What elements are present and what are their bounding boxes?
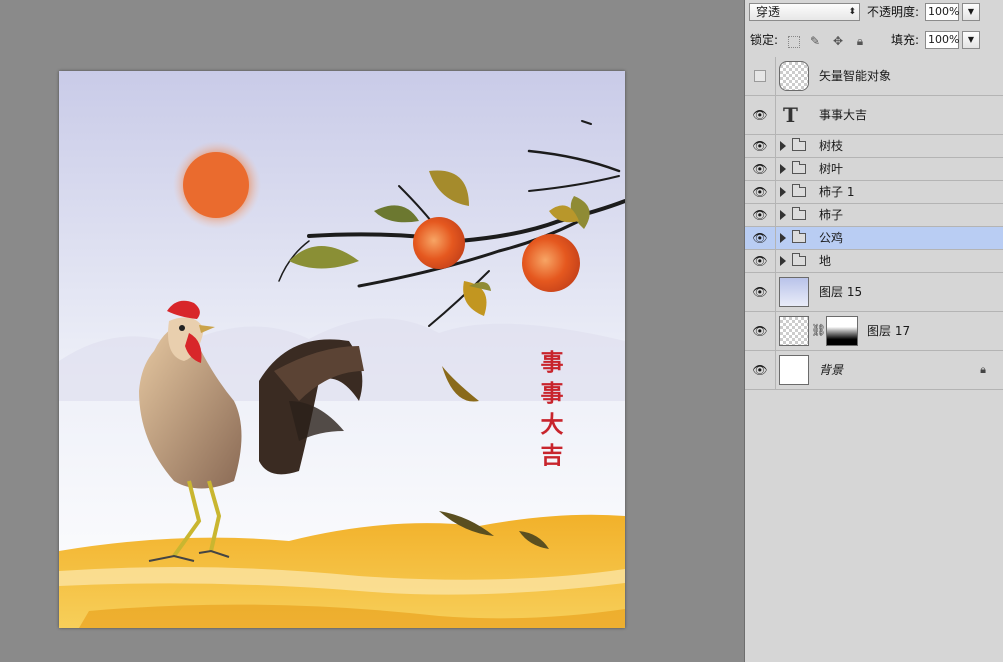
- fill-input[interactable]: 100%: [925, 31, 959, 49]
- folder-icon: [792, 253, 806, 266]
- text-layer-icon: T: [783, 103, 798, 127]
- layer-name: 树叶: [819, 162, 844, 176]
- eye-icon: 👁︎: [752, 231, 768, 245]
- visibility-toggle[interactable]: 👁︎: [745, 273, 776, 311]
- layer-mask-thumbnail[interactable]: [826, 316, 858, 346]
- opacity-label: 不透明度:: [867, 5, 920, 19]
- layer-name: 公鸡: [819, 231, 844, 245]
- art-char: 事: [540, 349, 564, 376]
- expand-triangle-icon[interactable]: [780, 164, 786, 174]
- eye-icon: 👁︎: [752, 363, 768, 377]
- layer-name: 树枝: [819, 139, 844, 153]
- layer-row-pixel-mask[interactable]: 👁︎ ⛓︎ 图层 17: [745, 312, 1003, 351]
- opacity-input[interactable]: 100%: [925, 3, 959, 21]
- opacity-dropdown-button[interactable]: ▼: [962, 3, 980, 21]
- visibility-toggle[interactable]: 👁︎: [745, 204, 776, 226]
- chevron-down-icon: ▼: [967, 7, 975, 16]
- visibility-toggle[interactable]: 👁︎: [745, 351, 776, 389]
- visibility-toggle[interactable]: 👁︎: [745, 312, 776, 350]
- layer-row-group[interactable]: 👁︎ 地: [745, 250, 1003, 273]
- folder-icon: [792, 184, 806, 197]
- layer-row-group[interactable]: 👁︎ 树枝: [745, 135, 1003, 158]
- folder-icon: [792, 230, 806, 243]
- blend-mode-select[interactable]: 穿透 ⬍: [749, 3, 860, 21]
- lock-transparency-icon[interactable]: [788, 36, 800, 48]
- folder-icon: [792, 207, 806, 220]
- eye-icon: 👁︎: [752, 108, 768, 122]
- lock-all-icon[interactable]: 🔒︎: [853, 34, 867, 48]
- eye-icon: 👁︎: [752, 162, 768, 176]
- lock-label: 锁定:: [750, 33, 779, 47]
- expand-triangle-icon[interactable]: [780, 233, 786, 243]
- layers-panel: 穿透 ⬍ 不透明度: 100% ▼ 锁定: ✎ ✥ 🔒︎ 填充: 100% ▼ …: [744, 0, 1003, 662]
- layer-name: 矢量智能对象: [819, 69, 892, 83]
- lock-icon: 🔒︎: [980, 363, 986, 376]
- art-char: 吉: [540, 442, 564, 469]
- eye-icon: 👁︎: [752, 285, 768, 299]
- layer-row-group[interactable]: 👁︎ 树叶: [745, 158, 1003, 181]
- hidden-visibility-box: [754, 70, 766, 82]
- visibility-toggle[interactable]: 👁︎: [745, 96, 776, 134]
- visibility-toggle[interactable]: 👁︎: [745, 250, 776, 272]
- eye-icon: 👁︎: [752, 185, 768, 199]
- canvas-workspace[interactable]: 事 事 大 吉: [0, 0, 744, 662]
- visibility-toggle[interactable]: 👁︎: [745, 181, 776, 203]
- layer-row-group[interactable]: 👁︎ 柿子: [745, 204, 1003, 227]
- document-canvas[interactable]: 事 事 大 吉: [59, 71, 625, 628]
- visibility-toggle[interactable]: 👁︎: [745, 158, 776, 180]
- visibility-toggle[interactable]: 👁︎: [745, 135, 776, 157]
- layer-row-group-selected[interactable]: 👁︎ 公鸡: [745, 227, 1003, 250]
- layer-name: 图层 15: [819, 285, 863, 299]
- layer-row-text[interactable]: 👁︎ T 事事大吉: [745, 96, 1003, 135]
- updown-arrow-icon: ⬍: [848, 7, 856, 17]
- visibility-toggle[interactable]: [745, 57, 776, 95]
- expand-triangle-icon[interactable]: [780, 187, 786, 197]
- visibility-toggle[interactable]: 👁︎: [745, 227, 776, 249]
- layer-name: 柿子: [819, 208, 844, 222]
- expand-triangle-icon[interactable]: [780, 256, 786, 266]
- layer-row-pixel[interactable]: 👁︎ 图层 15: [745, 273, 1003, 312]
- expand-triangle-icon[interactable]: [780, 210, 786, 220]
- eye-icon: 👁︎: [752, 254, 768, 268]
- link-chain-icon[interactable]: ⛓︎: [811, 323, 826, 337]
- smart-object-thumbnail: [779, 61, 809, 91]
- lock-pixels-brush-icon[interactable]: ✎: [808, 34, 822, 48]
- layer-thumbnail: [779, 316, 809, 346]
- layer-name: 图层 17: [867, 324, 911, 338]
- eye-icon: 👁︎: [752, 324, 768, 338]
- layer-name: 背景: [819, 363, 844, 377]
- layer-row-background[interactable]: 👁︎ 背景 🔒︎: [745, 351, 1003, 390]
- folder-icon: [792, 161, 806, 174]
- layer-name: 地: [819, 254, 832, 268]
- eye-icon: 👁︎: [752, 139, 768, 153]
- blend-mode-value: 穿透: [756, 5, 781, 19]
- fill-label: 填充:: [891, 33, 920, 47]
- lock-position-move-icon[interactable]: ✥: [831, 34, 845, 48]
- expand-triangle-icon[interactable]: [780, 141, 786, 151]
- canvas-calligraphy-text: 事 事 大 吉: [537, 347, 567, 471]
- art-char: 事: [540, 380, 564, 407]
- chevron-down-icon: ▼: [967, 35, 975, 44]
- layer-thumbnail: [779, 277, 809, 307]
- layer-thumbnail: [779, 355, 809, 385]
- layer-row-smart-object[interactable]: 矢量智能对象: [745, 57, 1003, 96]
- layer-name: 柿子 1: [819, 185, 855, 199]
- layer-list: 矢量智能对象 👁︎ T 事事大吉 👁︎ 树枝 👁︎ 树叶 👁︎ 柿子 1 👁︎ …: [745, 57, 1003, 390]
- layer-row-group[interactable]: 👁︎ 柿子 1: [745, 181, 1003, 204]
- art-char: 大: [540, 411, 564, 438]
- layer-name: 事事大吉: [819, 108, 868, 122]
- folder-icon: [792, 138, 806, 151]
- eye-icon: 👁︎: [752, 208, 768, 222]
- fill-dropdown-button[interactable]: ▼: [962, 31, 980, 49]
